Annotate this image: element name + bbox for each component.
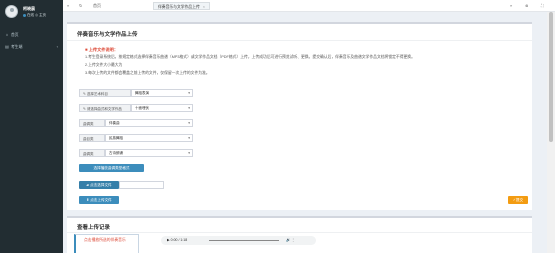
online-dot-icon — [23, 13, 26, 17]
refresh-icon[interactable]: ↻ — [79, 0, 82, 12]
back-icon[interactable]: « — [67, 0, 69, 12]
subject-select[interactable]: 舞蹈表演 ▾ — [131, 89, 193, 97]
chevron-down-icon: ▾ — [188, 151, 190, 155]
edit-icon: ✎ — [83, 92, 86, 96]
chevron-left-icon: ‹ — [56, 44, 58, 49]
audio-player[interactable]: ▶ 0:00 / 1:18 🔊 ⋮ — [161, 236, 316, 245]
field-label: 曲调类 — [79, 149, 105, 157]
avatar[interactable] — [5, 5, 18, 18]
top-header: « ↻ 首页 伴奏音乐与文学作品上传 × » ⊗ ⛶ — [63, 0, 555, 12]
upload-icon: ⬆ — [86, 198, 90, 202]
close-all-icon[interactable]: ⊗ — [525, 0, 528, 12]
file-name-input[interactable] — [119, 181, 164, 189]
style-select[interactable]: 古诗朗诵 ▾ — [105, 149, 193, 157]
chevron-down-icon: ▾ — [188, 91, 190, 95]
tab-home[interactable]: 首页 — [93, 0, 101, 12]
audio-time: ▶ 0:00 / 1:18 — [167, 238, 188, 242]
user-name: 柯晓晨 — [23, 6, 35, 11]
field-label: 曲目类 — [79, 134, 105, 142]
notice-line-2: 2.上传文件大小最大为 — [85, 63, 123, 67]
record-item[interactable]: 点击播放所选的伴奏音乐 — [74, 234, 139, 253]
notice-line-1: 1.考生登录系统后，按规定格式选择伴奏音乐曲谱（MP3格式）或文学作品文档（PD… — [85, 55, 415, 59]
record-item-text: 点击播放所选的伴奏音乐 — [84, 238, 126, 242]
home-icon: ⌂ — [5, 32, 9, 37]
edit-icon: ✎ — [83, 107, 86, 111]
close-icon[interactable]: × — [203, 5, 205, 9]
folder-open-icon: ▰ — [86, 183, 90, 187]
submit-button[interactable]: ✓提交 — [508, 196, 528, 204]
sidebar-item-label: 首页 — [11, 33, 19, 37]
chevron-down-icon: ▾ — [188, 136, 190, 140]
volume-icon[interactable]: 🔊 ⋮ — [286, 236, 295, 245]
chevron-down-icon: ▾ — [188, 106, 190, 110]
tune-select[interactable]: 伴奏曲 ▾ — [105, 119, 193, 127]
folder-icon: ▤ — [5, 44, 9, 49]
upload-panel: 伴奏音乐与文学作品上传 ■ 上传文件说明： 1.考生登录系统后，按规定格式选择伴… — [67, 22, 532, 210]
choose-file-button[interactable]: ▰ 点击选择文件 — [79, 181, 119, 189]
records-title: 查看上传记录 — [77, 225, 111, 231]
scrollbar-thumb[interactable] — [549, 12, 553, 142]
work-select[interactable]: 十面埋伏 ▾ — [131, 104, 193, 112]
notice-line-3: 3.每次上传的文件都会覆盖之前上传的文件，仅保留一次上传的文件为准。 — [85, 71, 210, 75]
select-format-button[interactable]: 选择播放曲调类型格式 — [79, 164, 144, 172]
records-panel: 查看上传记录 点击播放所选的伴奏音乐 ▶ 0:00 / 1:18 🔊 ⋮ — [67, 216, 532, 253]
sidebar-item-home[interactable]: ⌂ 首页 — [0, 30, 63, 40]
user-panel: 柯晓晨 在线 ◎ 主页 — [0, 0, 63, 24]
audio-progress[interactable] — [209, 240, 279, 241]
sidebar-item-label: 考生端 — [11, 45, 23, 49]
piece-select[interactable]: 民族舞蹈 ▾ — [105, 134, 193, 142]
field-label: 曲调类 — [79, 119, 105, 127]
scrollbar[interactable] — [547, 12, 555, 253]
field-label: ✎ 选择艺术科目 — [79, 89, 131, 97]
divider — [67, 232, 532, 233]
chevron-down-icon: ▾ — [188, 121, 190, 125]
page-title: 伴奏音乐与文学作品上传 — [77, 32, 138, 38]
forward-icon[interactable]: » — [510, 0, 512, 12]
divider — [67, 40, 532, 41]
sidebar: 柯晓晨 在线 ◎ 主页 ⌂ 首页 ▤ 考生端 ‹ — [0, 0, 63, 253]
warning-icon: ■ — [85, 47, 88, 52]
sidebar-item-candidate[interactable]: ▤ 考生端 ‹ — [0, 42, 63, 52]
field-label: ✎ 请选择曲式和文学作品 — [79, 104, 131, 112]
user-status: 在线 ◎ 主页 — [23, 13, 46, 18]
upload-button[interactable]: ⬆ 点击上传文件 — [79, 196, 119, 204]
home-link[interactable]: ◎ 主页 — [35, 13, 46, 17]
tab-upload[interactable]: 伴奏音乐与文学作品上传 × — [153, 2, 210, 10]
fullscreen-icon[interactable]: ⛶ — [541, 0, 544, 12]
notice-title: ■ 上传文件说明： — [85, 47, 119, 52]
